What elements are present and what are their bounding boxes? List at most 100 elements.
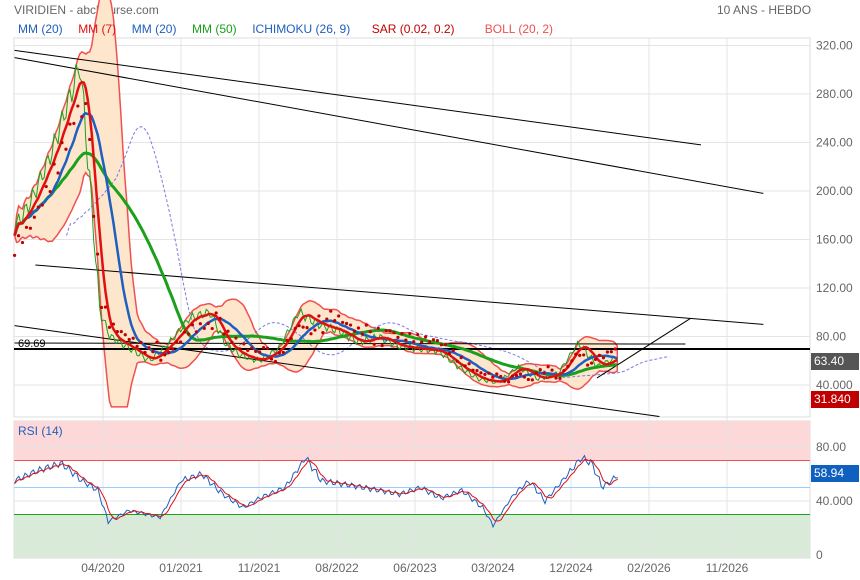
sar-dot xyxy=(439,343,444,347)
sar-dot xyxy=(558,376,562,380)
x-tick-label: 11/2026 xyxy=(706,561,749,575)
sar-dot xyxy=(364,323,368,327)
sar-dot xyxy=(510,374,515,378)
sar-dot xyxy=(400,331,404,336)
sar-dot xyxy=(186,332,191,336)
y-tick-label: 200.00 xyxy=(816,184,853,198)
sar-dot xyxy=(372,342,376,346)
sar-dot xyxy=(103,305,108,309)
sar-dot xyxy=(582,353,586,357)
sar-dot xyxy=(305,326,309,330)
sar-dot xyxy=(538,368,542,372)
sar-dot xyxy=(261,345,266,350)
sar-dot xyxy=(487,371,491,375)
sar-dot xyxy=(431,338,436,342)
sar-dot xyxy=(554,376,558,380)
sar-dot xyxy=(202,326,206,330)
sar-dot xyxy=(175,340,179,344)
sar-dot xyxy=(139,340,143,345)
legend-item: ICHIMOKU (26, 9) xyxy=(252,22,351,36)
sar-dot xyxy=(329,309,333,313)
sar-dot xyxy=(159,358,163,362)
sar-dot xyxy=(254,349,258,353)
sar-dot xyxy=(115,330,119,334)
sar-dot xyxy=(135,344,139,348)
sar-dot xyxy=(52,162,56,166)
sar-dot xyxy=(265,346,270,350)
sar-dot xyxy=(107,325,112,329)
sar-dot xyxy=(427,340,432,344)
sar-dot xyxy=(546,365,550,369)
sar-dot xyxy=(277,351,281,355)
sar-dot xyxy=(190,323,195,327)
x-tick-label: 01/2021 xyxy=(159,561,203,575)
sar-dot xyxy=(32,215,36,219)
sar-dot xyxy=(530,378,534,382)
sar-dot xyxy=(151,350,155,354)
sar-dot xyxy=(408,331,412,336)
sar-dot xyxy=(119,330,123,334)
sar-dot xyxy=(424,335,428,339)
sar-dot xyxy=(127,337,131,342)
chart-svg: 320.00 280.00 240.00 200.00 160.00 120.00 80.0… xyxy=(13,0,853,575)
sar-dot xyxy=(455,359,459,363)
sar-dot xyxy=(526,377,530,382)
sar-dot xyxy=(467,362,471,366)
sar-dot xyxy=(250,346,254,350)
sar-dot xyxy=(404,338,408,342)
sar-dot xyxy=(475,369,479,373)
rsi-y-tick-label: 40.000 xyxy=(816,494,853,508)
sar-dot xyxy=(360,332,364,336)
sar-dot xyxy=(163,353,167,357)
sar-dot xyxy=(111,322,115,326)
sar-dot xyxy=(534,371,538,375)
y-tick-label: 320.00 xyxy=(816,39,853,53)
legend-item: MM (20) xyxy=(18,22,63,36)
sar-dot xyxy=(321,331,325,335)
sar-dot xyxy=(483,372,487,377)
sar-dot xyxy=(562,368,566,373)
sar-dot xyxy=(388,329,392,333)
sar-dot xyxy=(131,336,135,340)
sar-dot xyxy=(447,351,451,356)
hline-label: 69.69 xyxy=(18,338,46,350)
x-tick-label: 03/2024 xyxy=(471,561,515,575)
sar-dot xyxy=(344,321,349,326)
sar-dot xyxy=(578,353,582,357)
y-tick-label: 160.00 xyxy=(816,233,853,247)
sar-dot xyxy=(522,375,527,379)
sar-dot xyxy=(333,319,337,323)
sar-dot xyxy=(597,353,602,357)
sar-dot xyxy=(258,350,262,354)
sar-dot xyxy=(412,340,416,344)
sar-dot xyxy=(341,320,345,325)
y-tick-label: 120.00 xyxy=(816,281,853,295)
sar-dot xyxy=(246,348,250,353)
x-tick-label: 12/2024 xyxy=(549,561,593,575)
sar-dot xyxy=(309,332,313,336)
sar-dot xyxy=(218,316,222,321)
sar-dot xyxy=(48,190,52,194)
sar-dot xyxy=(348,323,353,327)
sar-dot xyxy=(72,121,76,126)
sar-dot xyxy=(20,240,25,245)
sar-dot xyxy=(518,372,523,376)
x-tick-label: 02/2026 xyxy=(627,561,671,575)
sar-dot xyxy=(605,350,610,354)
sar-dot xyxy=(586,363,590,367)
sar-dot xyxy=(609,350,613,354)
y-tick-label: 40.000 xyxy=(816,378,853,392)
sar-dot xyxy=(589,361,594,365)
sar-dot xyxy=(566,364,570,368)
sar-dot xyxy=(143,350,147,355)
sar-dot xyxy=(313,328,317,332)
sar-dot xyxy=(507,380,511,384)
sar-dot xyxy=(226,329,230,333)
sar-dot xyxy=(234,336,238,340)
sar-dot xyxy=(24,225,29,229)
sar-dot xyxy=(301,325,305,329)
rsi-y-tick-label: 80.00 xyxy=(816,440,846,454)
legend-item: BOLL (20, 2) xyxy=(484,22,554,36)
sar-dot xyxy=(194,330,198,334)
sar-dot xyxy=(384,328,388,333)
